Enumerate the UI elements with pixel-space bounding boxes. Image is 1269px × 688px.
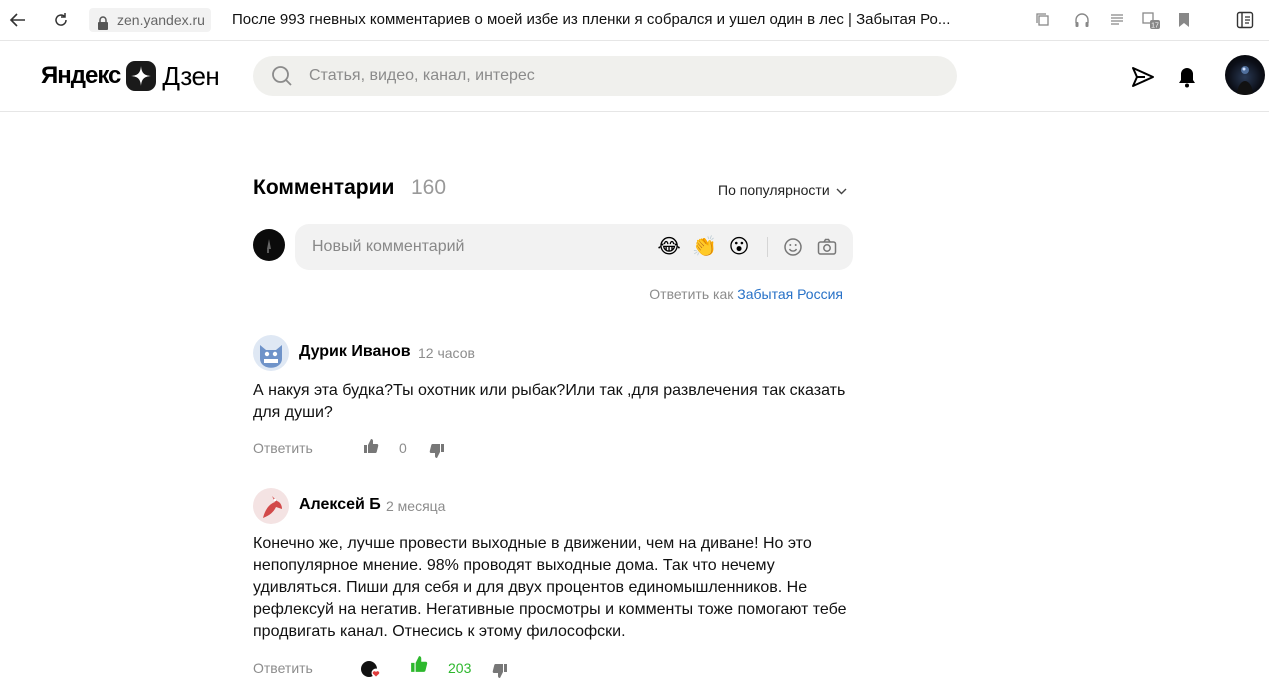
- search-input[interactable]: [309, 56, 929, 96]
- chevron-down-icon: [836, 182, 847, 198]
- back-icon[interactable]: [8, 10, 28, 30]
- browser-toolbar: zen.yandex.ru После 993 гневных коммента…: [0, 0, 1269, 41]
- thumbs-down-icon[interactable]: [491, 662, 509, 680]
- thumbs-up-icon[interactable]: [362, 437, 380, 455]
- emoji-clapping-icon[interactable]: 👏: [692, 235, 717, 259]
- search-icon: [271, 65, 293, 92]
- reply-as-line: Ответить как Забытая Россия: [649, 286, 843, 302]
- send-icon[interactable]: [1131, 65, 1155, 89]
- reader-mode-icon[interactable]: [1107, 10, 1127, 30]
- my-avatar: [253, 229, 285, 261]
- emoji-laughing-icon[interactable]: 😂: [657, 235, 681, 259]
- thumbs-up-icon[interactable]: [410, 655, 428, 673]
- browser-menu-icon[interactable]: [1235, 10, 1255, 30]
- comment-item: Дурик Иванов 12 часов А накуя эта будка?…: [253, 335, 853, 458]
- dzen-logo[interactable]: Яндекс Дзен: [41, 60, 220, 92]
- comment-text: А накуя эта будка?Ты охотник или рыбак?И…: [253, 382, 846, 421]
- thumbs-down-icon[interactable]: [428, 442, 446, 460]
- comment-time: 2 месяца: [386, 498, 446, 514]
- author-liked-badge: [360, 659, 382, 679]
- comment-avatar[interactable]: [253, 335, 289, 371]
- bookmark-icon[interactable]: [1174, 10, 1194, 30]
- comments-title: Комментарии: [253, 176, 395, 199]
- lock-icon: [97, 13, 109, 37]
- reply-button[interactable]: Ответить: [253, 660, 313, 676]
- comment-score: 203: [448, 660, 472, 676]
- extensions-icon[interactable]: 17: [1141, 10, 1161, 30]
- new-comment-input[interactable]: [312, 224, 642, 270]
- headphones-icon[interactable]: [1072, 10, 1092, 30]
- camera-icon[interactable]: [816, 236, 838, 258]
- toolbar-divider: [767, 237, 768, 257]
- comment-avatar[interactable]: [253, 488, 289, 524]
- emoji-surprised-icon[interactable]: 😮: [727, 235, 751, 259]
- notifications-bell-icon[interactable]: [1175, 65, 1199, 89]
- sort-dropdown[interactable]: По популярности: [718, 182, 847, 198]
- comment-score: 0: [399, 440, 407, 456]
- search-bar[interactable]: [253, 56, 957, 96]
- copy-icon[interactable]: [1033, 10, 1053, 30]
- svg-text:17: 17: [1151, 23, 1159, 30]
- dzen-star-icon: [126, 61, 157, 91]
- new-comment-box[interactable]: 😂 👏 😮: [295, 224, 853, 270]
- comment-item: Алексей Б 2 месяца Конечно же, лучше про…: [253, 488, 853, 688]
- comments-count: 160: [411, 176, 447, 199]
- reload-icon[interactable]: [51, 10, 71, 30]
- reply-as-prefix: Ответить как: [649, 286, 734, 302]
- address-bar[interactable]: zen.yandex.ru: [89, 8, 211, 32]
- emoji-picker-icon[interactable]: [782, 236, 804, 258]
- logo-yandex-text: Яндекс: [41, 62, 121, 89]
- comment-author[interactable]: Дурик Иванов: [299, 343, 411, 361]
- comment-time: 12 часов: [418, 345, 475, 361]
- site-header: Яндекс Дзен: [0, 41, 1269, 112]
- profile-avatar[interactable]: [1225, 55, 1265, 95]
- comment-text: Конечно же, лучше провести выходные в дв…: [253, 535, 847, 640]
- reply-button[interactable]: Ответить: [253, 440, 313, 456]
- comment-author[interactable]: Алексей Б: [299, 496, 381, 514]
- reply-as-channel-link[interactable]: Забытая Россия: [737, 286, 843, 302]
- url-text: zen.yandex.ru: [117, 12, 205, 28]
- page-title: После 993 гневных комментариев о моей из…: [232, 11, 951, 28]
- sort-label: По популярности: [718, 182, 830, 198]
- logo-dzen-text: Дзен: [162, 60, 220, 91]
